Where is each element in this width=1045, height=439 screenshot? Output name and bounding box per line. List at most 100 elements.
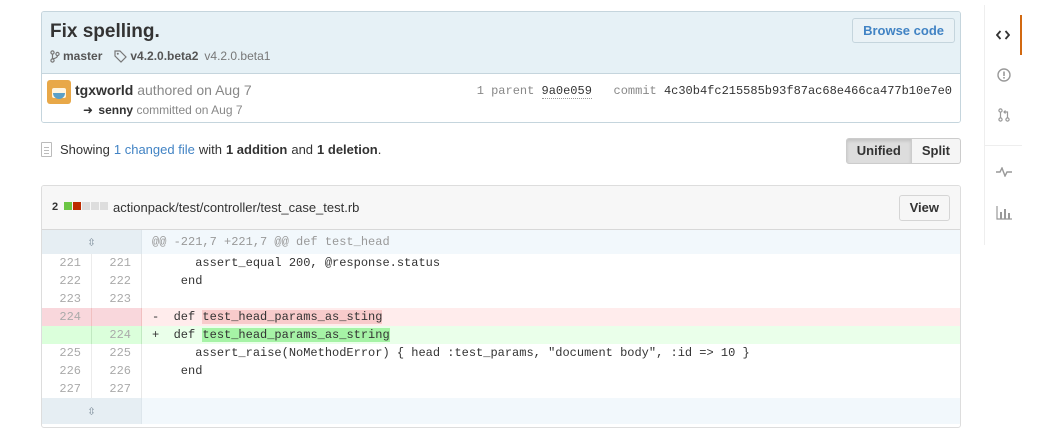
- code-line: [142, 380, 960, 398]
- authored-text: authored on Aug 7: [137, 82, 252, 98]
- tag-link-primary[interactable]: v4.2.0.beta2: [130, 49, 198, 63]
- author-line: tgxworld authored on Aug 7: [75, 82, 252, 98]
- diffstat-block: [100, 202, 108, 210]
- pulse-icon[interactable]: [985, 152, 1022, 192]
- code-line: - def test_head_params_as_sting: [142, 308, 960, 326]
- changed-word-highlight: test_head_params_as_string: [202, 328, 390, 342]
- code-line: + def test_head_params_as_string: [142, 326, 960, 344]
- commit-label: commit: [613, 84, 657, 98]
- context-line: 221 221 assert_equal 200, @response.statu…: [42, 254, 960, 272]
- new-line-number[interactable]: 225: [92, 344, 142, 362]
- old-line-number[interactable]: 223: [42, 290, 92, 308]
- sha-info: 1 parent 9a0e059 commit 4c30b4fc215585b9…: [476, 84, 952, 99]
- committed-text: committed on Aug 7: [136, 103, 243, 117]
- code-text: end: [159, 364, 203, 378]
- deleted-line: 224 - def test_head_params_as_sting: [42, 308, 960, 326]
- committer-line: ➜ senny committed on Aug 7: [83, 103, 243, 117]
- new-line-number[interactable]: 222: [92, 272, 142, 290]
- parent-sha-link[interactable]: 9a0e059: [541, 84, 592, 99]
- context-line: 223 223: [42, 290, 960, 308]
- diff-prefix: +: [152, 328, 160, 342]
- diffstat-block: [73, 202, 81, 210]
- code-text: def: [159, 310, 203, 324]
- deletions-count: 1 deletion: [317, 142, 378, 157]
- diff-table: ⇳ @@ -221,7 +221,7 @@ def test_head 221 2…: [42, 230, 960, 424]
- context-line: 225 225 assert_raise(NoMethodError) { hea…: [42, 344, 960, 362]
- arrow-right-icon: ➜: [83, 103, 94, 117]
- context-line: 226 226 end: [42, 362, 960, 380]
- old-line-number[interactable]: 225: [42, 344, 92, 362]
- committer-link[interactable]: senny: [98, 103, 133, 117]
- code-text: assert_raise(NoMethodError) { head :test…: [159, 346, 750, 360]
- diff-prefix: [152, 292, 159, 306]
- graphs-icon[interactable]: [985, 193, 1022, 233]
- summary-and: and: [291, 142, 314, 157]
- repo-sidebar: [984, 5, 1022, 245]
- old-line-number[interactable]: 226: [42, 362, 92, 380]
- commit-header: Fix spelling. Browse code master v4.2.0.…: [41, 11, 961, 123]
- old-line-number[interactable]: 224: [42, 308, 92, 326]
- diff-prefix: -: [152, 310, 160, 324]
- old-line-number[interactable]: 222: [42, 272, 92, 290]
- old-line-number[interactable]: 227: [42, 380, 92, 398]
- branch-tag-row: master v4.2.0.beta2 v4.2.0.beta1: [50, 49, 270, 63]
- summary-period: .: [377, 142, 382, 157]
- summary-with: with: [198, 142, 222, 157]
- hunk-header-row: ⇳ @@ -221,7 +221,7 @@ def test_head: [42, 230, 960, 254]
- new-line-number[interactable]: 224: [92, 326, 142, 344]
- context-line: 222 222 end: [42, 272, 960, 290]
- file-header: 2 actionpack/test/controller/test_case_t…: [42, 186, 960, 230]
- commit-meta: tgxworld authored on Aug 7 ➜ senny commi…: [42, 75, 960, 122]
- browse-code-button[interactable]: Browse code: [852, 18, 955, 43]
- context-line: 227 227: [42, 380, 960, 398]
- diff-prefix: [152, 274, 159, 288]
- code-text: def: [159, 328, 203, 342]
- old-line-number[interactable]: 221: [42, 254, 92, 272]
- diff-summary: Showing 1 changed file with 1 addition a…: [41, 142, 381, 157]
- code-text: end: [159, 274, 203, 288]
- diffstat-block: [64, 202, 72, 210]
- changed-files-link[interactable]: 1 changed file: [114, 142, 195, 157]
- diffstat-block: [91, 202, 99, 210]
- summary-showing: Showing: [60, 142, 110, 157]
- code-icon[interactable]: [985, 15, 1022, 55]
- split-button[interactable]: Split: [911, 138, 961, 164]
- parent-label: 1 parent: [476, 84, 535, 98]
- old-line-number[interactable]: [42, 326, 92, 344]
- code-line: end: [142, 272, 960, 290]
- commit-title-area: Fix spelling. Browse code master v4.2.0.…: [42, 12, 960, 74]
- branch-icon: [50, 49, 60, 63]
- diffstat-block: [82, 202, 90, 210]
- diff-toolbar: Showing 1 changed file with 1 addition a…: [41, 138, 961, 164]
- new-line-number[interactable]: [92, 308, 142, 326]
- new-line-number[interactable]: 226: [92, 362, 142, 380]
- additions-count: 1 addition: [225, 142, 288, 157]
- expand-up-icon[interactable]: ⇳: [42, 230, 142, 254]
- added-line: 224 + def test_head_params_as_string: [42, 326, 960, 344]
- code-line: end: [142, 362, 960, 380]
- diff-prefix: [152, 364, 159, 378]
- branch-link[interactable]: master: [63, 49, 102, 63]
- file-path: actionpack/test/controller/test_case_tes…: [113, 200, 360, 215]
- new-line-number[interactable]: 223: [92, 290, 142, 308]
- commit-sha: 4c30b4fc215585b93f87ac68e466ca477b10e7e0: [663, 84, 952, 98]
- new-line-number[interactable]: 221: [92, 254, 142, 272]
- tag-link-secondary[interactable]: v4.2.0.beta1: [204, 49, 270, 63]
- diff-file: 2 actionpack/test/controller/test_case_t…: [41, 185, 961, 428]
- code-line: assert_raise(NoMethodError) { head :test…: [142, 344, 960, 362]
- issues-icon[interactable]: [985, 55, 1022, 95]
- commit-title: Fix spelling.: [50, 21, 160, 42]
- new-line-number[interactable]: 227: [92, 380, 142, 398]
- pull-requests-icon[interactable]: [985, 95, 1022, 135]
- changed-word-highlight: test_head_params_as_sting: [202, 310, 383, 324]
- diff-prefix: [152, 256, 159, 270]
- file-change-count: 2: [52, 201, 59, 213]
- expand-down-icon[interactable]: ⇳: [42, 398, 142, 424]
- hunk-footer-row: ⇳: [42, 398, 960, 424]
- file-diff-icon: [41, 142, 52, 157]
- unified-button[interactable]: Unified: [845, 138, 912, 164]
- avatar[interactable]: [47, 80, 71, 104]
- author-link[interactable]: tgxworld: [75, 82, 133, 98]
- diffstat-bar: [64, 202, 109, 210]
- view-file-button[interactable]: View: [898, 195, 950, 221]
